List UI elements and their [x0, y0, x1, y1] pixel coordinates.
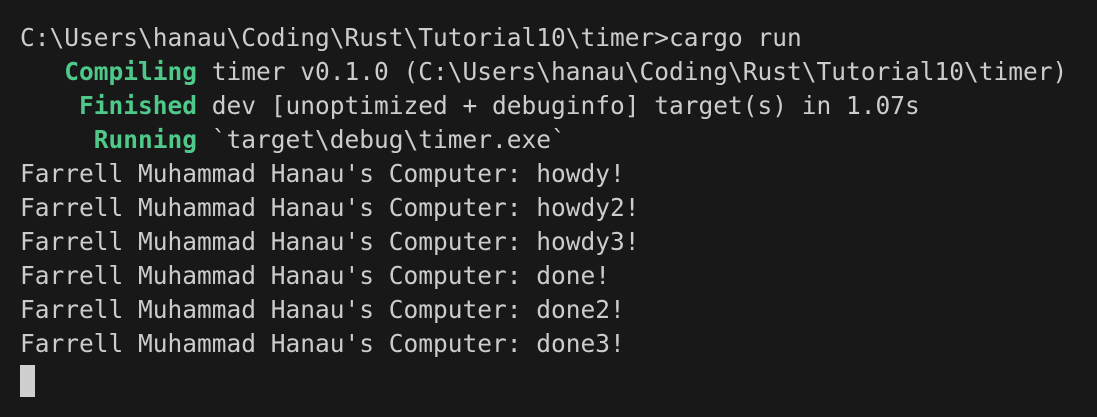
program-output-line: Farrell Muhammad Hanau's Computer: done3…	[20, 329, 625, 358]
cargo-indent	[20, 125, 94, 154]
program-output-line: Farrell Muhammad Hanau's Computer: howdy…	[20, 159, 625, 188]
cargo-running-line: Running `target\debug\timer.exe`	[20, 123, 1097, 157]
input-line[interactable]	[20, 361, 1097, 397]
cargo-finished-line: Finished dev [unoptimized + debuginfo] t…	[20, 89, 1097, 123]
command-prompt-line: C:\Users\hanau\Coding\Rust\Tutorial10\ti…	[20, 23, 802, 52]
cargo-message: dev [unoptimized + debuginfo] target(s) …	[197, 91, 920, 120]
program-output-line: Farrell Muhammad Hanau's Computer: done!	[20, 261, 611, 290]
cargo-status-compiling: Compiling	[64, 57, 198, 86]
cargo-indent	[20, 91, 79, 120]
cargo-status-finished: Finished	[79, 91, 198, 120]
cargo-indent	[20, 57, 64, 86]
cargo-message: timer v0.1.0 (C:\Users\hanau\Coding\Rust…	[197, 57, 1068, 86]
terminal-window[interactable]: C:\Users\hanau\Coding\Rust\Tutorial10\ti…	[0, 0, 1097, 417]
cargo-compiling-line: Compiling timer v0.1.0 (C:\Users\hanau\C…	[20, 55, 1097, 89]
cargo-status-running: Running	[93, 125, 198, 154]
program-output-line: Farrell Muhammad Hanau's Computer: howdy…	[20, 227, 640, 256]
text-cursor	[20, 364, 35, 397]
cargo-message: `target\debug\timer.exe`	[197, 125, 566, 154]
program-output-line: Farrell Muhammad Hanau's Computer: howdy…	[20, 193, 640, 222]
program-output-line: Farrell Muhammad Hanau's Computer: done2…	[20, 295, 625, 324]
